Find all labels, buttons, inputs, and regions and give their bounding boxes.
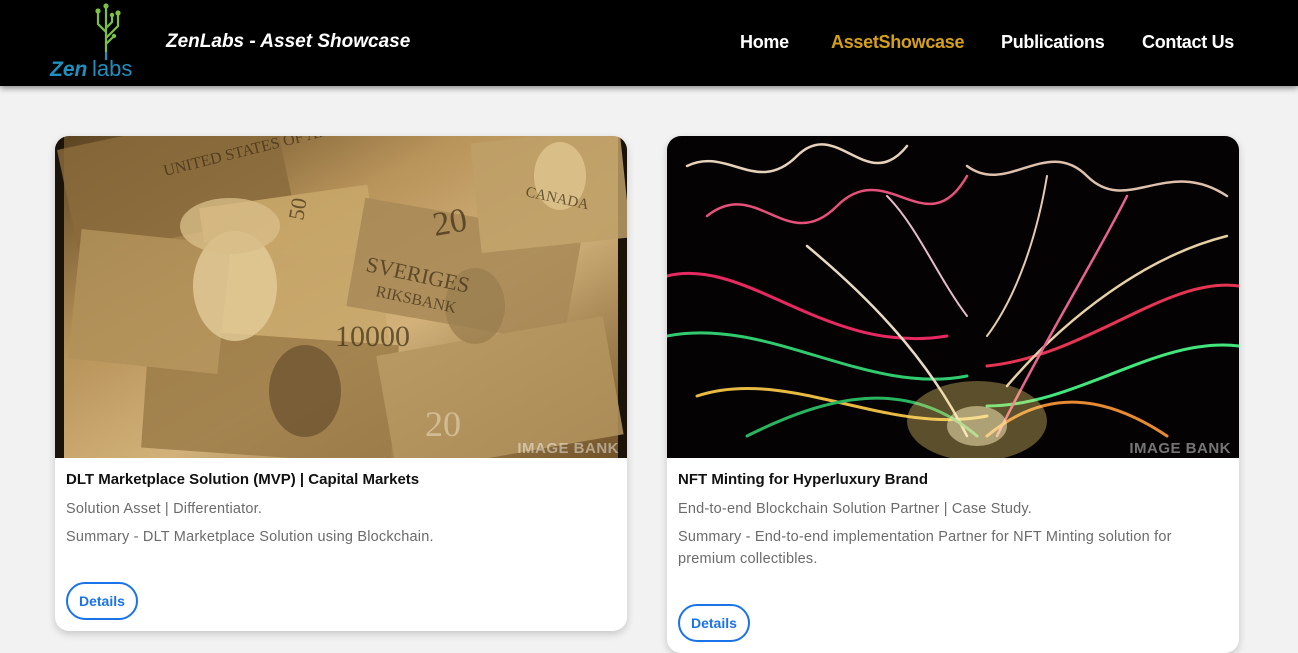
card-summary: Summary - End-to-end implementation Part… [678,529,1172,567]
svg-text:10000: 10000 [335,320,410,353]
svg-text:50: 50 [283,196,311,222]
zenlabs-logo[interactable]: Zen labs [48,2,140,81]
nav-contact-us[interactable]: Contact Us [1142,32,1234,53]
svg-text:20: 20 [425,404,461,444]
nav-assetshowcase[interactable]: AssetShowcase [831,32,964,53]
nav-publications[interactable]: Publications [1001,32,1105,53]
svg-text:labs: labs [92,56,132,80]
details-button[interactable]: Details [678,604,750,642]
top-navbar: Zen labs ZenLabs - Asset Showcase Home A… [0,0,1298,86]
card-summary: Summary - DLT Marketplace Solution using… [66,529,434,545]
card-image-banknotes: UNITED STATES OF AMERICA SVERIGES RIKSBA… [55,136,627,458]
card-subtitle: Solution Asset | Differentiator. [66,501,263,517]
card-subtitle: End-to-end Blockchain Solution Partner |… [678,501,1033,517]
asset-card-dlt-marketplace: UNITED STATES OF AMERICA SVERIGES RIKSBA… [55,136,627,631]
brand-title: ZenLabs - Asset Showcase [166,31,411,52]
card-image-light-trails: IMAGE BANK [667,136,1239,458]
details-button[interactable]: Details [66,582,138,620]
svg-text:Zen: Zen [49,58,87,80]
card-title: NFT Minting for Hyperluxury Brand [678,471,929,488]
asset-card-nft-minting: IMAGE BANK NFT Minting for Hyperluxury B… [667,136,1239,653]
card-title: DLT Marketplace Solution (MVP) | Capital… [66,471,420,488]
svg-text:20: 20 [430,202,470,244]
nav-home[interactable]: Home [740,32,789,53]
